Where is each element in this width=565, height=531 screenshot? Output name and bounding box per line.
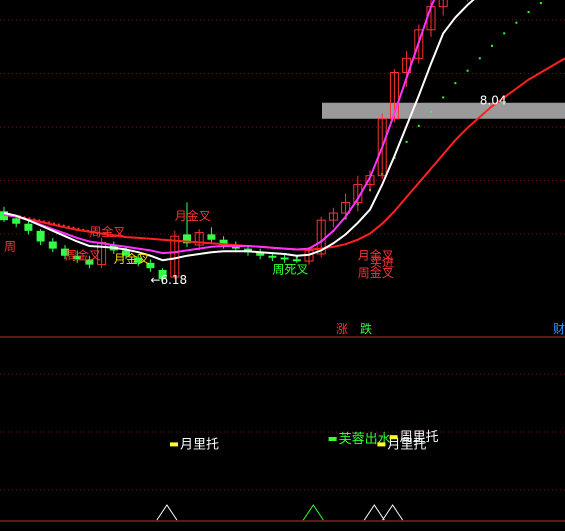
candle-body bbox=[280, 257, 289, 260]
chart-annotation: ←6.18 bbox=[150, 273, 187, 287]
candle-body bbox=[292, 259, 301, 262]
chart-annotation: 月金叉 bbox=[114, 251, 150, 266]
chart-annotation: 周死叉 bbox=[272, 263, 308, 277]
indicator-signal: 月里托 bbox=[180, 437, 219, 452]
candle-body bbox=[12, 218, 21, 224]
candle-body bbox=[207, 234, 216, 240]
trailing-stop-dot bbox=[491, 44, 493, 47]
trailing-stop-dot bbox=[503, 32, 506, 35]
chart-annotation: 周金叉 bbox=[89, 224, 125, 239]
trailing-stop-dot bbox=[442, 96, 445, 99]
moving-average-line bbox=[3, 57, 565, 251]
indicator-tag: 财 bbox=[553, 322, 565, 336]
chart-annotation: 周金叉 bbox=[358, 265, 394, 280]
trailing-stop-dot bbox=[539, 2, 542, 5]
chart-annotation: 月金叉 bbox=[175, 208, 211, 223]
trailing-stop-dot bbox=[405, 140, 408, 143]
signal-marker bbox=[170, 442, 178, 447]
candle-body bbox=[36, 230, 45, 242]
signal-marker bbox=[377, 442, 386, 447]
signal-marker bbox=[389, 435, 398, 440]
signal-triangle bbox=[156, 504, 178, 521]
candle-body bbox=[268, 255, 277, 258]
chart-annotation: 8.04 bbox=[480, 94, 507, 108]
indicator-tag: 涨 bbox=[336, 321, 348, 336]
trailing-stop-dot bbox=[527, 11, 530, 14]
signal-triangle bbox=[382, 504, 404, 521]
trailing-stop-dot bbox=[466, 69, 469, 72]
chart-annotation: 周 bbox=[4, 239, 16, 253]
trailing-stop-dot bbox=[515, 21, 518, 24]
indicator-tag: 跌 bbox=[360, 321, 372, 336]
trailing-stop-dot bbox=[478, 57, 481, 60]
moving-average-line bbox=[3, 0, 475, 262]
trailing-stop-dot bbox=[454, 82, 457, 85]
chart-annotation: 周金叉 bbox=[65, 247, 101, 262]
trailing-stop-dot bbox=[417, 124, 420, 127]
signal-marker bbox=[328, 437, 337, 441]
indicator-signal: 周里托 bbox=[400, 430, 439, 445]
signal-triangle bbox=[363, 504, 385, 521]
candle-body bbox=[24, 223, 33, 231]
stock-chart: 月金叉周金叉周金叉月金叉周死叉月金叉买进周金叉←6.188.04周卖出涨跌财月里… bbox=[0, 0, 565, 522]
trailing-stop-dot bbox=[430, 110, 432, 113]
candle-body bbox=[48, 241, 57, 249]
signal-triangle bbox=[302, 504, 324, 521]
highlight-band bbox=[322, 102, 565, 119]
